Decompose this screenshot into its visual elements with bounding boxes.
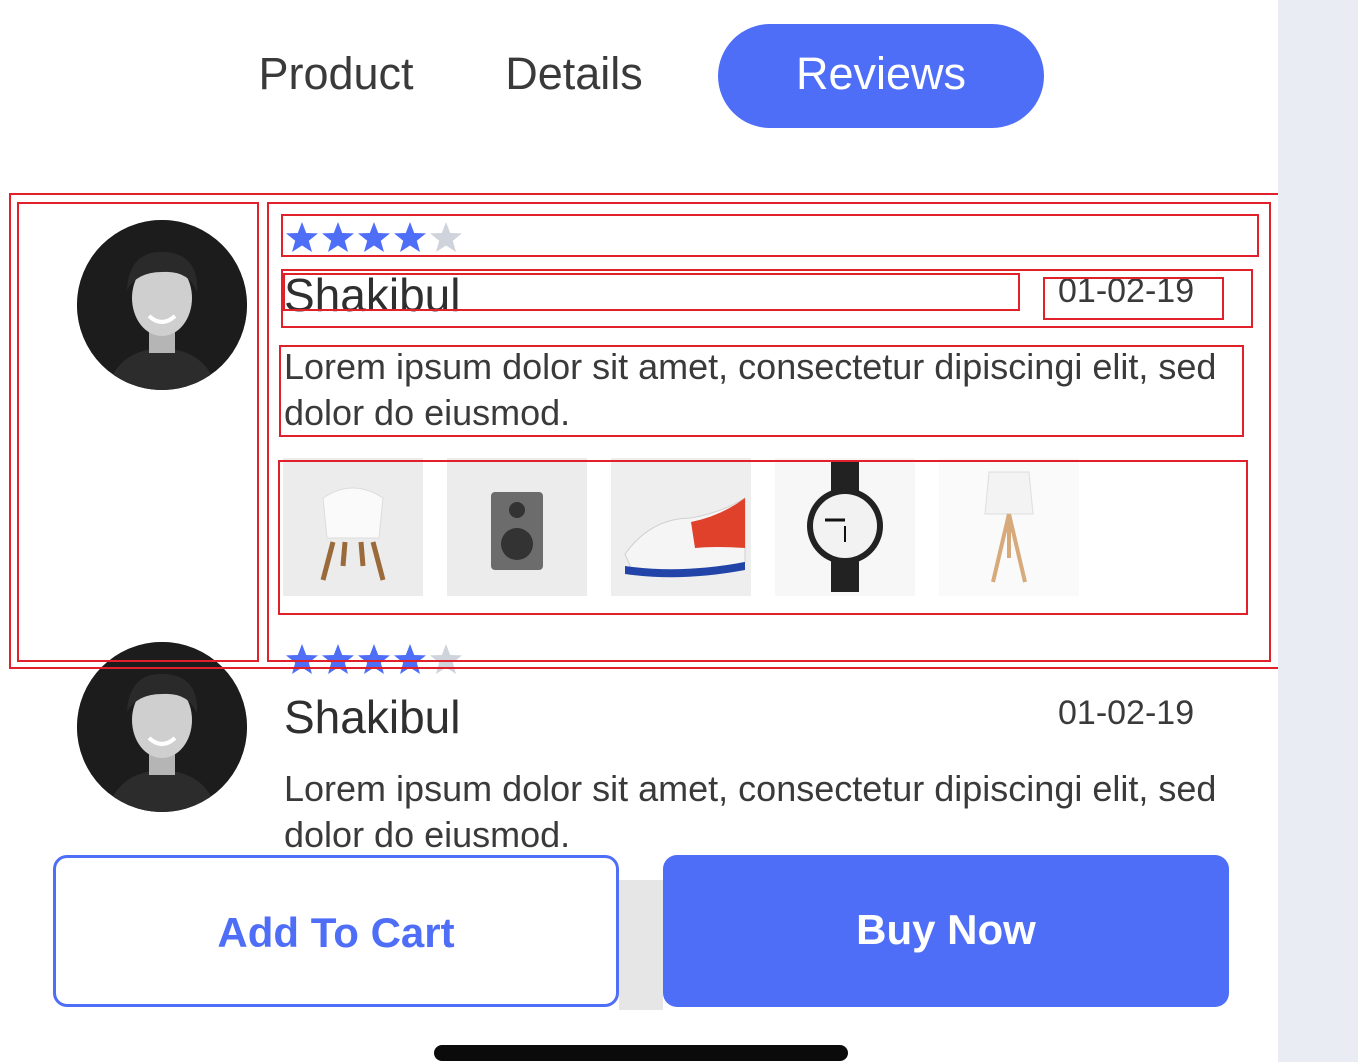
review-text: Lorem ipsum dolor sit amet, consectetur … (284, 768, 1217, 855)
rating-stars (284, 642, 464, 682)
star-filled-icon (286, 644, 318, 674)
add-to-cart-button[interactable]: Add To Cart (53, 855, 619, 1007)
star-filled-icon (322, 644, 354, 674)
reviewer-avatar (77, 642, 247, 812)
photo-peek (619, 880, 663, 1010)
photo-watch[interactable] (775, 458, 915, 596)
photo-sneaker[interactable] (611, 458, 751, 596)
photo-chair[interactable] (283, 458, 423, 596)
review-photos (283, 458, 1079, 596)
review-date: 01-02-19 (1058, 694, 1195, 732)
photo-lamp[interactable] (939, 458, 1079, 596)
buy-now-button[interactable]: Buy Now (663, 855, 1229, 1007)
photo-speaker[interactable] (447, 458, 587, 596)
review-item: Shakibul 01-02-19 Lorem ipsum dolor sit … (0, 0, 1278, 855)
star-empty-icon (430, 644, 462, 674)
review-screen: Product Details Reviews Shakibul 01-02-1… (0, 0, 1278, 1062)
reviewer-name: Shakibul (284, 691, 461, 743)
home-indicator (434, 1045, 848, 1061)
star-filled-icon (358, 644, 390, 674)
star-filled-icon (394, 644, 426, 674)
